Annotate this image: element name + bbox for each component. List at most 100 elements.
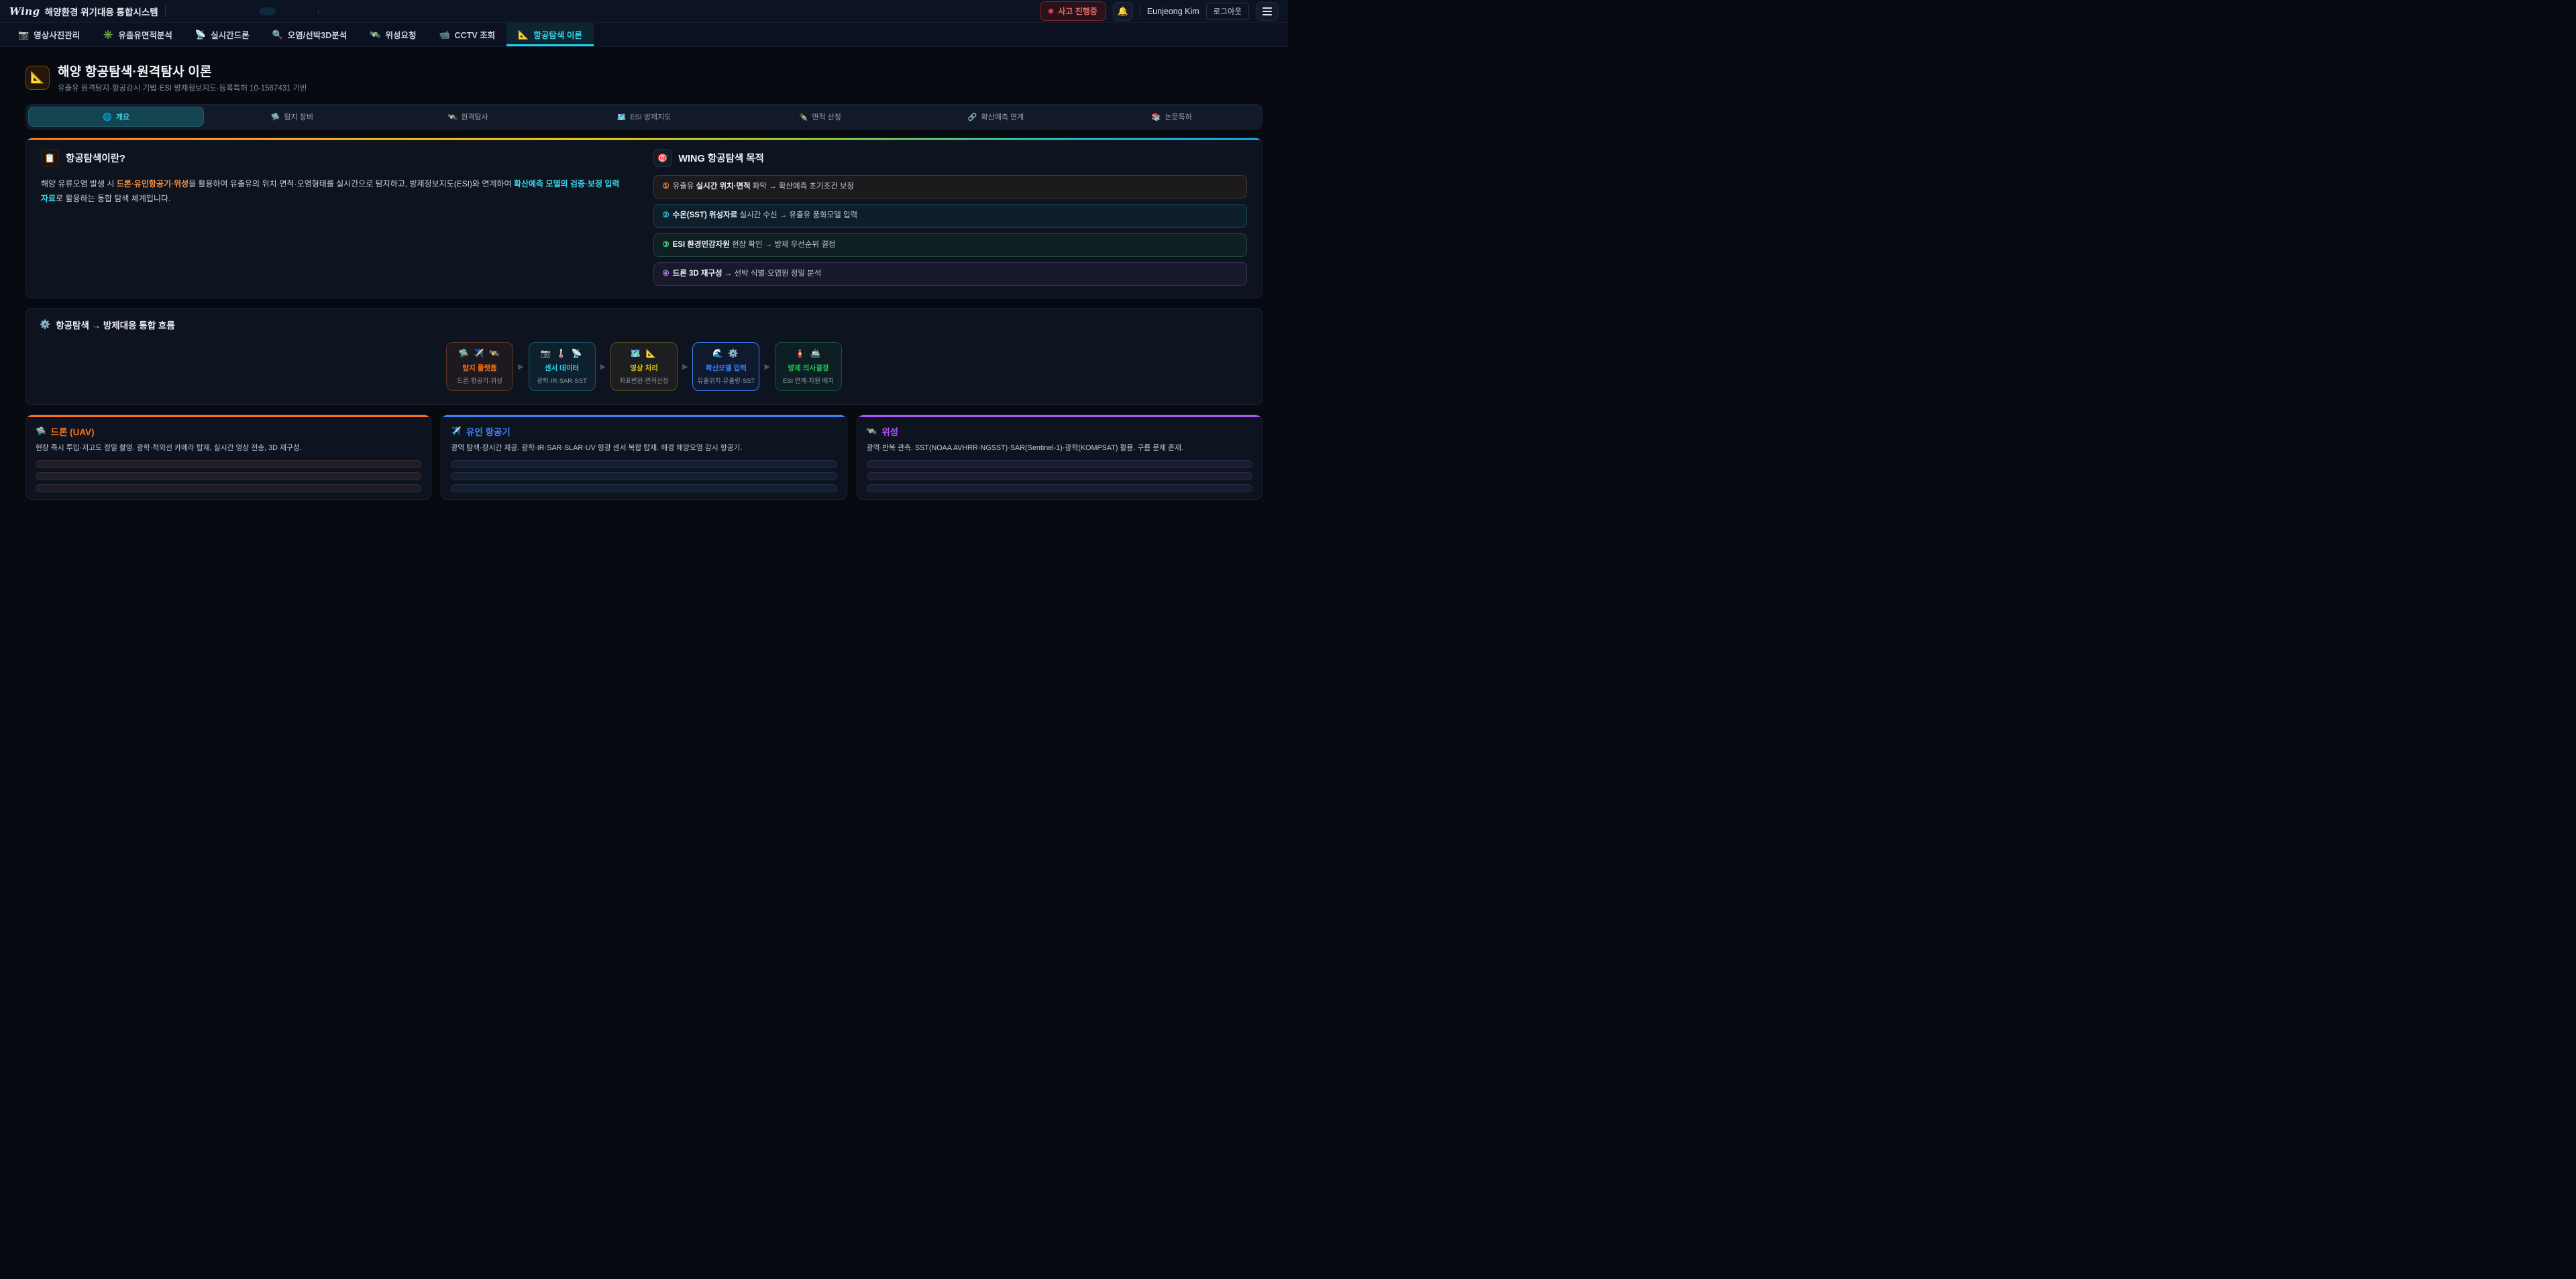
purpose-item-rest: 현장 확인 → 방제 우선순위 결정 bbox=[730, 241, 836, 249]
incident-dot-icon bbox=[1049, 9, 1053, 13]
sub-nav-item-label: 오염/선박3D분석 bbox=[288, 28, 347, 41]
clipboard-icon: 📋 bbox=[44, 153, 55, 164]
gear-icon: ⚙️ bbox=[40, 319, 50, 330]
incident-status-label: 사고 진행중 bbox=[1058, 5, 1097, 17]
satellite-icon: 🛰️ bbox=[867, 427, 877, 437]
flow-step-icons: 🛸 ✈️ 🛰️ bbox=[451, 349, 508, 359]
section-tab-label: 논문특허 bbox=[1165, 111, 1191, 122]
spec-row bbox=[451, 460, 837, 468]
main-nav-item[interactable] bbox=[222, 7, 238, 15]
top-header: Wing 해양환경 위기대응 통합시스템 사고 진행중 🔔 Eunjeong K… bbox=[0, 0, 1288, 23]
drone-card-title: 드론 (UAV) bbox=[51, 425, 95, 438]
main-nav-item[interactable] bbox=[241, 7, 257, 15]
flow-step-subtitle: ESI 연계·자원 배치 bbox=[780, 376, 837, 385]
page-subtitle: 유출유 원격탐지·항공감시 기법·ESI 방제정보지도·등록특허 10-1567… bbox=[58, 82, 307, 93]
purpose-item: ①유출유 실시간 위치·면적 파악 → 확산예측 초기조건 보정 bbox=[653, 175, 1247, 199]
flow-step: 🌊 ⚙️ 확산모델 입력 유출위치·유출량·SST bbox=[692, 342, 759, 391]
sub-nav-item-icon: 📹 bbox=[439, 30, 449, 40]
sub-nav-item[interactable]: ✳️ 유출유면적분석 bbox=[91, 23, 184, 46]
drone-spec-list bbox=[36, 460, 421, 492]
flow-step-subtitle: 좌표변환·면적산정 bbox=[615, 376, 673, 385]
section-tab[interactable]: 🗺️ ESI 방제지도 bbox=[556, 107, 732, 127]
flow-arrow-icon: ▶ bbox=[518, 362, 523, 371]
aircraft-card: ✈️ 유인 항공기 광역 탐색·장시간 체공. 광학·IR·SAR·SLAR·U… bbox=[441, 414, 847, 500]
menu-icon bbox=[1263, 7, 1272, 15]
sub-nav-item[interactable]: 🛰️ 위성요청 bbox=[358, 23, 427, 46]
section-tab[interactable]: 🔗 확산예측 연계 bbox=[908, 107, 1083, 127]
flow-step-subtitle: 광학·IR·SAR·SST bbox=[533, 376, 591, 385]
spec-row bbox=[36, 484, 421, 492]
purpose-title: WING 항공탐색 목적 bbox=[678, 151, 764, 165]
drone-card-description: 현장 즉시 투입·저고도 정밀 촬영. 광학·적외선 카메라 탑재, 실시간 영… bbox=[36, 443, 421, 454]
flow-step: 🛸 ✈️ 🛰️ 탐지 플랫폼 드론·항공기·위성 bbox=[446, 342, 513, 391]
purpose-item-pre: 유출유 bbox=[673, 182, 696, 190]
sub-nav-item-icon: 📐 bbox=[518, 30, 529, 40]
flow-title-row: ⚙️ 항공탐색 → 방제대응 통합 흐름 bbox=[40, 318, 1248, 331]
logout-button[interactable]: 로그아웃 bbox=[1206, 3, 1249, 20]
flow-step-title: 확산모델 입력 bbox=[697, 363, 755, 373]
sub-nav-item[interactable]: 📐 항공탐색 이론 bbox=[506, 23, 594, 46]
main-nav-item[interactable] bbox=[297, 7, 313, 15]
flow-arrow-icon: ▶ bbox=[764, 362, 769, 371]
sub-nav-item[interactable]: 📷 영상사진관리 bbox=[7, 23, 91, 46]
section-tab-label: 개요 bbox=[116, 111, 129, 122]
flow-step-subtitle: 드론·항공기·위성 bbox=[451, 376, 508, 385]
aircraft-card-title: 유인 항공기 bbox=[466, 425, 511, 438]
header-divider bbox=[165, 5, 166, 17]
sub-nav-item-icon: ✳️ bbox=[103, 30, 113, 40]
section-tab[interactable]: 📚 논문특허 bbox=[1084, 107, 1260, 127]
sub-nav: 📷 영상사진관리 ✳️ 유출유면적분석 📡 실시간드론 🔍 오염/선박3D분석 … bbox=[0, 23, 1288, 47]
sub-nav-item-icon: 📡 bbox=[195, 30, 206, 40]
flow-step-wrap: 🧯 🚢 방제 의사결정 ESI 연계·자원 배치 ▶ bbox=[775, 342, 842, 391]
section-tab-icon: ✒️ bbox=[799, 113, 808, 121]
ufo-drone-icon: 🛸 bbox=[36, 427, 46, 437]
hamburger-menu-button[interactable] bbox=[1256, 2, 1279, 21]
airplane-icon: ✈️ bbox=[451, 427, 462, 437]
section-tabs: 🌐 개요 🛸 탐지 장비 🛰️ 원격탐사 🗺️ ESI 방제지도 ✒️ 면적 산… bbox=[25, 104, 1263, 129]
section-tab-label: 확산예측 연계 bbox=[981, 111, 1024, 122]
sub-nav-item[interactable]: 📡 실시간드론 bbox=[184, 23, 261, 46]
section-tab[interactable]: 🛸 탐지 장비 bbox=[204, 107, 380, 127]
flow-step: 🗺️ 📐 영상 처리 좌표변환·면적산정 bbox=[610, 342, 678, 391]
what-is-text: 해양 유류오염 발생 시 드론·유인항공기·위성을 활용하여 유출유의 위치·면… bbox=[41, 176, 623, 206]
flow-step-wrap: 📷 🌡️ 📡 센서 데이터 광학·IR·SAR·SST ▶ bbox=[529, 342, 608, 391]
page-title: 해양 항공탐색·원격탐사 이론 bbox=[58, 62, 307, 80]
flow-step-wrap: 🗺️ 📐 영상 처리 좌표변환·면적산정 ▶ bbox=[610, 342, 690, 391]
sub-nav-item-icon: 🛰️ bbox=[370, 30, 380, 40]
spec-row bbox=[36, 472, 421, 480]
notifications-button[interactable]: 🔔 bbox=[1113, 2, 1133, 21]
overview-card: 📋 항공탐색이란? 해양 유류오염 발생 시 드론·유인항공기·위성을 활용하여… bbox=[25, 137, 1263, 298]
flow-steps: 🛸 ✈️ 🛰️ 탐지 플랫폼 드론·항공기·위성 ▶ 📷 🌡️ 📡 센서 데이터… bbox=[40, 342, 1248, 391]
spec-row bbox=[867, 484, 1252, 492]
aircraft-spec-list bbox=[451, 460, 837, 492]
section-tab[interactable]: ✒️ 면적 산정 bbox=[732, 107, 908, 127]
satellite-spec-list bbox=[867, 460, 1252, 492]
flow-step-title: 센서 데이터 bbox=[533, 363, 591, 373]
flow-arrow-icon: ▶ bbox=[682, 362, 688, 371]
main-nav-item[interactable] bbox=[278, 7, 294, 15]
main-nav-item[interactable] bbox=[184, 7, 201, 15]
satellite-card-title: 위성 bbox=[881, 425, 898, 438]
purpose-item-rest: → 선박 식별·오염원 정밀 분석 bbox=[722, 270, 822, 278]
flow-step-icons: 📷 🌡️ 📡 bbox=[533, 349, 591, 359]
section-tab[interactable]: 🛰️ 원격탐사 bbox=[380, 107, 556, 127]
what-text-highlight-orange: 드론·유인항공기·위성 bbox=[117, 179, 189, 188]
bell-icon: 🔔 bbox=[1118, 6, 1128, 17]
section-tab[interactable]: 🌐 개요 bbox=[28, 107, 204, 127]
purpose-section: 🎯 WING 항공탐색 목적 ①유출유 실시간 위치·면적 파악 → 확산예측 … bbox=[653, 149, 1247, 286]
satellite-card: 🛰️ 위성 광역·반복 관측. SST(NOAA AVHRR·NGSST)·SA… bbox=[857, 414, 1263, 500]
main-nav-item[interactable] bbox=[323, 7, 339, 15]
app-logo: Wing 해양환경 위기대응 통합시스템 bbox=[9, 5, 158, 18]
spec-row bbox=[867, 472, 1252, 480]
main-nav-item[interactable] bbox=[203, 7, 219, 15]
purpose-item-bold: ESI 환경민감자원 bbox=[673, 241, 730, 249]
section-tab-icon: 🗺️ bbox=[616, 113, 626, 121]
main-nav-item[interactable] bbox=[260, 7, 276, 15]
main-nav bbox=[184, 7, 1034, 15]
sub-nav-item[interactable]: 🔍 오염/선박3D분석 bbox=[261, 23, 359, 46]
section-tab-icon: 🔗 bbox=[968, 113, 977, 121]
flow-step-title: 방제 의사결정 bbox=[780, 363, 837, 373]
purpose-item-number: ④ bbox=[662, 270, 669, 278]
purpose-item-bold: 실시간 위치·면적 bbox=[696, 182, 751, 190]
sub-nav-item[interactable]: 📹 CCTV 조회 bbox=[427, 23, 506, 46]
